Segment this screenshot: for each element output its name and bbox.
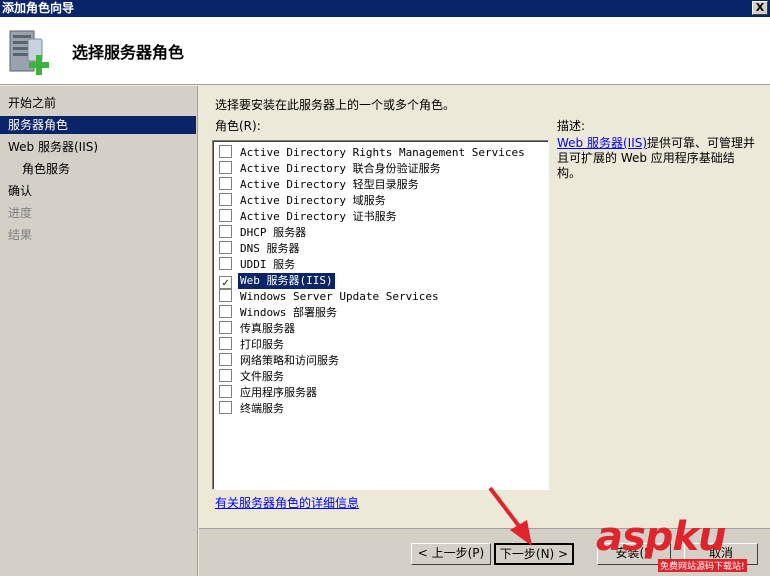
instruction-text: 选择要安装在此服务器上的一个或多个角色。 xyxy=(215,98,456,112)
server-add-icon xyxy=(9,30,49,75)
wizard-nav: 开始之前 服务器角色 Web 服务器(IIS) 角色服务 确认 进度 结果 xyxy=(0,86,198,576)
role-item[interactable]: Active Directory 联合身份验证服务 xyxy=(219,161,443,177)
role-item[interactable]: 文件服务 xyxy=(219,369,286,385)
role-checkbox[interactable] xyxy=(219,161,232,174)
nav-item-role-services[interactable]: 角色服务 xyxy=(0,160,196,178)
window-titlebar: 添加角色向导 X xyxy=(0,0,770,17)
page-title: 选择服务器角色 xyxy=(72,43,185,62)
role-label: Windows 部署服务 xyxy=(240,306,337,319)
role-checkbox[interactable] xyxy=(219,401,232,414)
role-item[interactable]: 网络策略和访问服务 xyxy=(219,353,341,369)
nav-item-web-server[interactable]: Web 服务器(IIS) xyxy=(0,138,196,156)
role-description: Web 服务器(IIS)提供可靠、可管理并且可扩展的 Web 应用程序基础结构。 xyxy=(557,136,757,181)
role-item[interactable]: DHCP 服务器 xyxy=(219,225,308,241)
role-label: 应用程序服务器 xyxy=(240,386,317,399)
role-checkbox[interactable] xyxy=(219,241,232,254)
role-label: Active Directory Rights Management Servi… xyxy=(240,146,525,159)
nav-item-server-roles[interactable]: 服务器角色 xyxy=(0,116,196,134)
role-item[interactable]: DNS 服务器 xyxy=(219,241,302,257)
role-item[interactable]: Windows Server Update Services xyxy=(219,289,441,305)
role-checkbox[interactable] xyxy=(219,289,232,302)
role-item[interactable]: 打印服务 xyxy=(219,337,286,353)
role-checkbox[interactable] xyxy=(219,353,232,366)
role-item[interactable]: ✓ Web 服务器(IIS) xyxy=(219,273,335,289)
previous-button[interactable]: < 上一步(P) xyxy=(411,543,491,565)
description-label: 描述: xyxy=(557,119,586,133)
role-item[interactable]: UDDI 服务 xyxy=(219,257,297,273)
role-checkbox[interactable] xyxy=(219,257,232,270)
role-label: Windows Server Update Services xyxy=(240,290,439,303)
roles-label: 角色(R): xyxy=(215,119,261,133)
role-label: 网络策略和访问服务 xyxy=(240,354,339,367)
role-label: 文件服务 xyxy=(240,370,284,383)
role-checkbox[interactable] xyxy=(219,177,232,190)
role-checkbox[interactable] xyxy=(219,337,232,350)
role-item[interactable]: Active Directory 域服务 xyxy=(219,193,388,209)
wizard-content: 选择要安装在此服务器上的一个或多个角色。 角色(R): 描述: Active D… xyxy=(199,86,770,528)
nav-item-results: 结果 xyxy=(8,228,33,242)
window-title: 添加角色向导 xyxy=(2,1,75,15)
role-checkbox[interactable] xyxy=(219,193,232,206)
role-label: Active Directory 轻型目录服务 xyxy=(240,178,419,191)
role-label: 终端服务 xyxy=(240,402,284,415)
role-item[interactable]: 应用程序服务器 xyxy=(219,385,319,401)
nav-item-progress: 进度 xyxy=(8,206,33,220)
role-label: DNS 服务器 xyxy=(240,242,300,255)
role-label: Web 服务器(IIS) xyxy=(238,273,335,289)
role-item[interactable]: Active Directory 轻型目录服务 xyxy=(219,177,421,193)
role-checkbox[interactable] xyxy=(219,225,232,238)
role-label: DHCP 服务器 xyxy=(240,226,307,239)
more-info-link[interactable]: 有关服务器角色的详细信息 xyxy=(215,494,359,511)
close-button[interactable]: X xyxy=(752,1,768,15)
role-item[interactable]: 传真服务器 xyxy=(219,321,297,337)
role-item[interactable]: Active Directory 证书服务 xyxy=(219,209,399,225)
role-label: UDDI 服务 xyxy=(240,258,296,271)
role-item[interactable]: Active Directory Rights Management Servi… xyxy=(219,145,527,161)
role-checkbox[interactable] xyxy=(219,369,232,382)
roles-listbox[interactable]: Active Directory Rights Management Servi… xyxy=(212,140,549,490)
role-checkbox[interactable] xyxy=(219,305,232,318)
role-checkbox[interactable] xyxy=(219,321,232,334)
role-label: Active Directory 联合身份验证服务 xyxy=(240,162,441,175)
watermark-tagline: 免费网站源码下载站! xyxy=(658,559,747,572)
wizard-header: 选择服务器角色 xyxy=(0,17,770,85)
role-label: Active Directory 域服务 xyxy=(240,194,386,207)
role-checkbox[interactable] xyxy=(219,145,232,158)
watermark-logo: aspku 免费网站源码下载站! xyxy=(596,514,766,576)
role-item[interactable]: 终端服务 xyxy=(219,401,286,417)
role-checkbox[interactable] xyxy=(219,209,232,222)
nav-item-before-you-begin[interactable]: 开始之前 xyxy=(0,94,196,112)
role-label: 传真服务器 xyxy=(240,322,295,335)
next-button[interactable]: 下一步(N) > xyxy=(494,543,574,565)
description-role-link[interactable]: Web 服务器(IIS) xyxy=(557,136,647,150)
role-label: 打印服务 xyxy=(240,338,284,351)
nav-item-confirmation[interactable]: 确认 xyxy=(0,182,196,200)
watermark-brand: aspku xyxy=(596,514,727,560)
role-checkbox[interactable]: ✓ xyxy=(219,276,232,289)
role-label: Active Directory 证书服务 xyxy=(240,210,397,223)
role-item[interactable]: Windows 部署服务 xyxy=(219,305,339,321)
role-checkbox[interactable] xyxy=(219,385,232,398)
